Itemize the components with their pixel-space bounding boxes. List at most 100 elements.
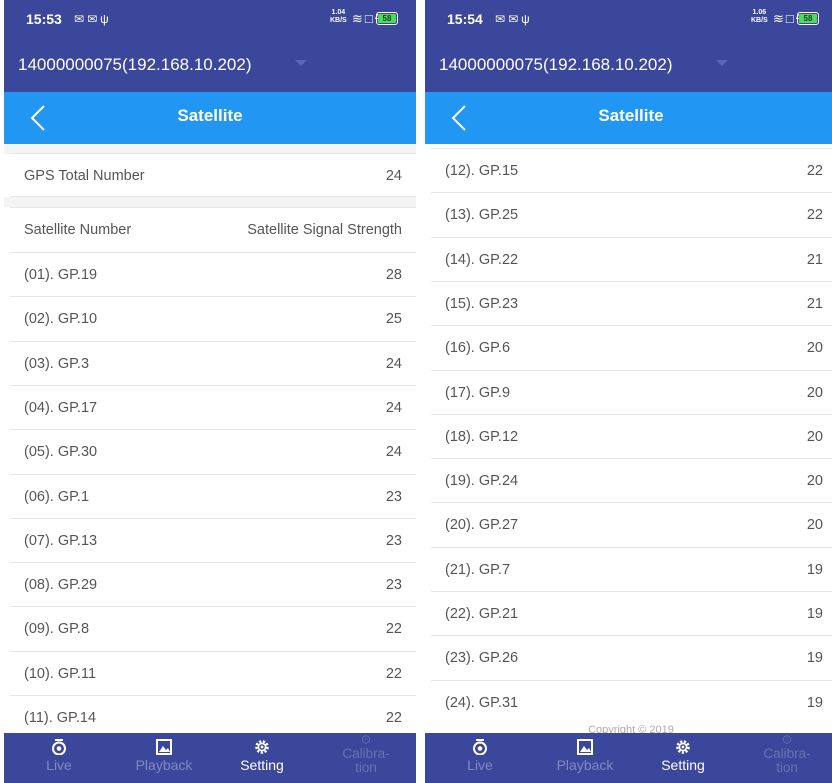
satellite-number: (19). GP.24	[445, 473, 519, 490]
signal-strength-value: 21	[806, 251, 823, 268]
satellite-number: (04). GP.17	[24, 399, 98, 416]
tab-label: Setting	[661, 757, 705, 773]
chevron-down-icon[interactable]	[295, 60, 307, 66]
chevron-down-icon[interactable]	[716, 60, 728, 66]
status-bar: 15:54 ✉✉ψ 1.06 KB/S ≋□ϟ 58	[425, 0, 832, 38]
signal-strength-value: 22	[385, 621, 402, 638]
satellite-number: (11). GP.14	[24, 710, 97, 726]
signal-strength-value: 28	[385, 267, 402, 283]
wifi-icon: ≋	[773, 11, 786, 26]
list-item: (19). GP.24 20	[425, 459, 832, 503]
title-bar: Satellite	[425, 92, 832, 144]
satellite-number: (18). GP.12	[445, 428, 519, 445]
satellite-number: (09). GP.8	[24, 621, 90, 638]
list-item: (16). GP.6 20	[425, 326, 832, 370]
signal-strength-value: 23	[385, 532, 402, 549]
list-item: (05). GP.30 24	[4, 430, 416, 474]
usb-icon: ψ	[521, 12, 533, 26]
message-icon: ✉	[495, 12, 509, 26]
tab-calibration[interactable]: Calibra-tion	[316, 733, 416, 783]
satellite-number: (06). GP.1	[24, 488, 90, 505]
screen-icon: □	[364, 11, 375, 26]
list-item: (13). GP.25 22	[425, 193, 832, 237]
battery-icon: 58	[376, 12, 398, 25]
satellite-number: (10). GP.11	[24, 665, 97, 682]
signal-strength-value: 22	[385, 710, 402, 726]
gps-total-row: GPS Total Number 24	[4, 154, 416, 198]
screen-icon: □	[785, 11, 796, 26]
network-speed: 1.04 KB/S	[330, 9, 347, 24]
device-selector[interactable]: 14000000075(192.168.10.202)	[425, 38, 832, 92]
tab-setting[interactable]: Setting	[212, 733, 312, 783]
list-item: (02). GP.10 25	[4, 297, 416, 341]
satellite-number: (15). GP.23	[445, 295, 519, 312]
list-item: (17). GP.9 20	[425, 371, 832, 415]
signal-strength-value: 19	[806, 606, 823, 622]
satellite-number: (14). GP.22	[445, 251, 519, 268]
header-signal-strength: Satellite Signal Strength	[247, 222, 402, 238]
signal-strength-value: 20	[806, 473, 823, 490]
battery-icon: 58	[797, 12, 819, 25]
tab-live[interactable]: Live	[430, 733, 530, 783]
status-time: 15:54	[447, 11, 483, 27]
signal-strength-value: 24	[385, 399, 402, 416]
signal-strength-value: 20	[806, 384, 823, 401]
signal-strength-value: 20	[806, 517, 823, 534]
page-title: Satellite	[177, 106, 243, 125]
gps-total-value: 24	[385, 168, 402, 184]
list-item: (22). GP.21 19	[425, 592, 832, 636]
signal-strength-value: 22	[806, 163, 823, 179]
tab-live[interactable]: Live	[9, 733, 109, 783]
satellite-number: (22). GP.21	[445, 606, 519, 622]
list-item: (12). GP.15 22	[425, 149, 832, 193]
copyright-text: Copyright © 2019	[588, 724, 674, 733]
status-time: 15:53	[26, 11, 62, 27]
tab-playback[interactable]: Playback	[535, 733, 635, 783]
satellite-number: (05). GP.30	[24, 444, 98, 461]
signal-strength-value: 23	[385, 488, 402, 505]
list-item: (06). GP.1 23	[4, 475, 416, 519]
tab-setting[interactable]: Setting	[633, 733, 733, 783]
device-selector[interactable]: 14000000075(192.168.10.202)	[4, 38, 416, 92]
satellite-number: (03). GP.3	[24, 355, 90, 372]
list-item: (09). GP.8 22	[4, 607, 416, 651]
bottom-tab-bar: Live Playback Setting Calibra-tion	[425, 733, 832, 783]
satellite-list[interactable]: GPS Total Number 24 Satellite Number Sat…	[4, 144, 416, 733]
tab-calibration[interactable]: Calibra-tion	[737, 733, 832, 783]
satellite-number: (13). GP.25	[445, 207, 519, 224]
mail-icon: ✉	[508, 12, 522, 26]
signal-strength-value: 19	[806, 650, 823, 667]
satellite-number: (17). GP.9	[445, 384, 511, 401]
list-item: (10). GP.11 22	[4, 652, 416, 696]
satellite-number: (21). GP.7	[445, 561, 511, 578]
satellite-number: (01). GP.19	[24, 267, 98, 283]
wifi-icon: ≋	[352, 11, 365, 26]
list-item: (14). GP.22 21	[425, 238, 832, 282]
section-gap	[4, 197, 416, 207]
phone-screen-left: 15:53 ✉✉ψ 1.04 KB/S ≋□ϟ 58 14000000075(1…	[4, 0, 416, 783]
signal-strength-value: 22	[806, 207, 823, 224]
signal-strength-value: 22	[385, 665, 402, 682]
message-icon: ✉	[74, 12, 88, 26]
tab-playback[interactable]: Playback	[114, 733, 214, 783]
tab-label: Playback	[556, 757, 614, 773]
image-icon	[577, 739, 593, 755]
image-icon	[156, 739, 172, 755]
mail-icon: ✉	[87, 12, 101, 26]
tab-label: Setting	[240, 757, 284, 773]
satellite-list[interactable]: (12). GP.15 22 (13). GP.25 22 (14). GP.22 21(…	[425, 144, 832, 733]
tab-label: Playback	[135, 757, 193, 773]
notification-icons: ✉✉ψ	[495, 12, 533, 26]
signal-strength-value: 19	[806, 561, 823, 578]
list-item: (08). GP.29 23	[4, 563, 416, 607]
list-item: (15). GP.23 21	[425, 282, 832, 326]
satellite-number: (07). GP.13	[24, 532, 98, 549]
signal-strength-value: 20	[806, 340, 823, 357]
title-bar: Satellite	[4, 92, 416, 144]
signal-strength-value: 24	[385, 444, 402, 461]
list-item: (20). GP.27 20	[425, 503, 832, 547]
signal-strength-value: 21	[806, 295, 823, 312]
satellite-number: (24). GP.31	[445, 694, 519, 711]
network-speed: 1.06 KB/S	[751, 9, 768, 24]
signal-strength-value: 20	[806, 428, 823, 445]
